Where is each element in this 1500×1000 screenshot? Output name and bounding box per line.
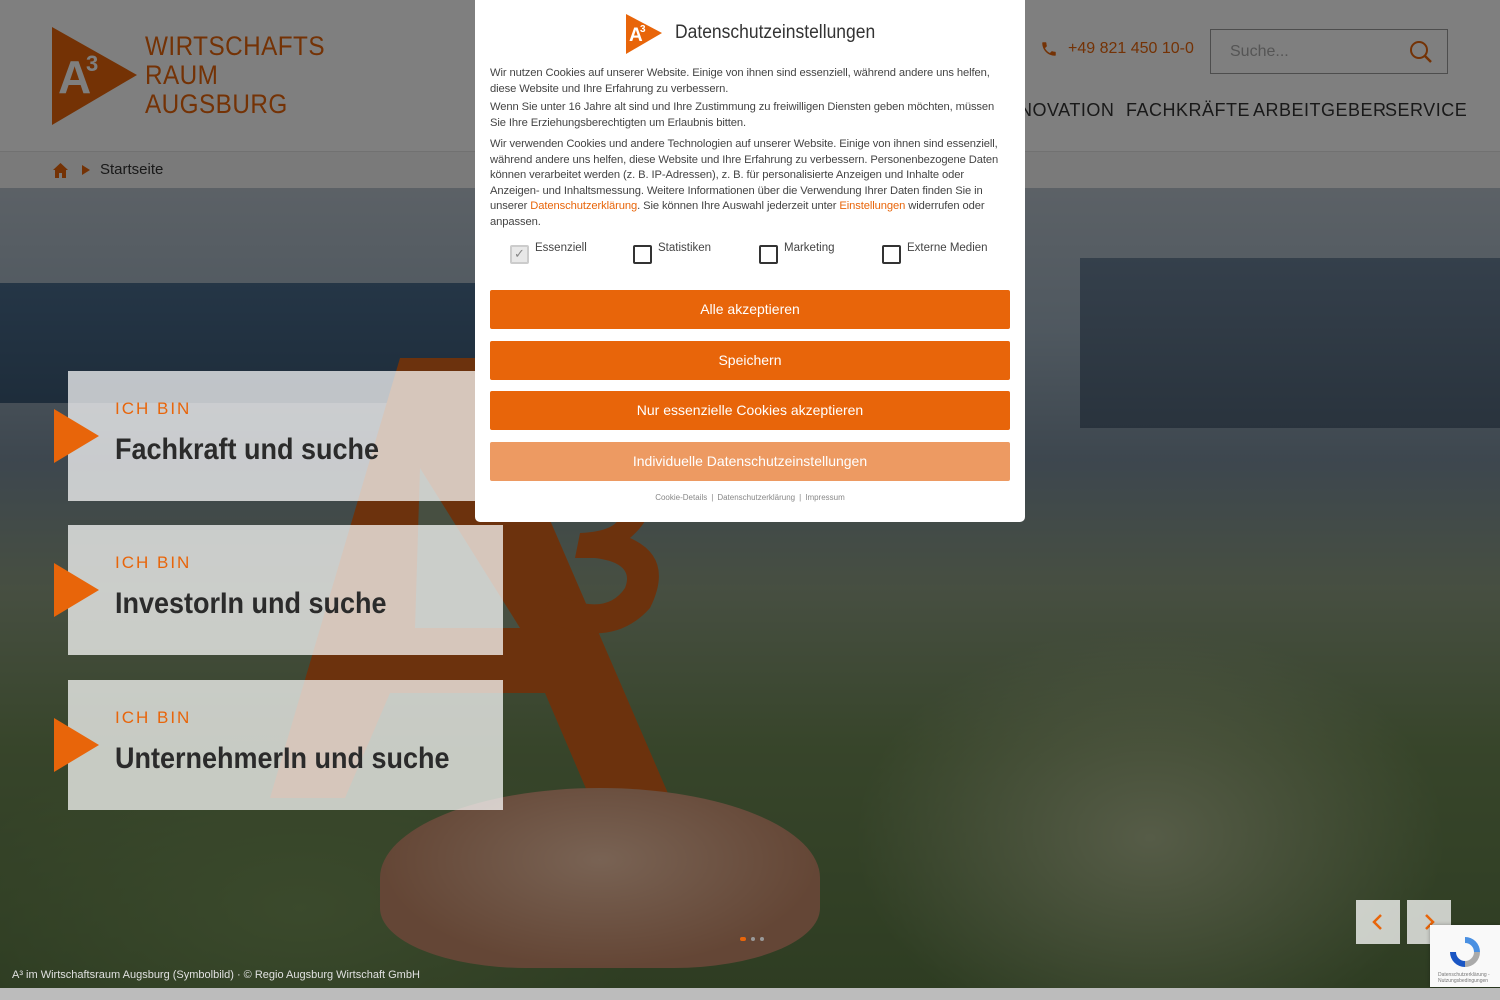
card-kicker: ICH BIN xyxy=(115,553,192,572)
consent-details: Wir verwenden Cookies und andere Technol… xyxy=(490,137,1010,231)
card-title: Fachkraft und suche xyxy=(115,433,380,466)
play-arrow-icon xyxy=(54,409,99,463)
a3-logo-icon: A 3 xyxy=(626,14,662,54)
consent-intro: Wir nutzen Cookies auf unserer Website. … xyxy=(490,67,990,95)
consent-details-text: . Sie können Ihre Auswahl jederzeit unte… xyxy=(637,200,840,213)
cookie-consent-dialog: A 3 Datenschutzeinstellungen Wir nutzen … xyxy=(475,0,1025,522)
play-arrow-icon xyxy=(54,718,99,772)
consent-categories: Essenziell Statistiken Marketing Externe… xyxy=(490,242,1010,266)
chevron-left-icon xyxy=(1372,914,1382,930)
slider-dot[interactable] xyxy=(751,937,755,941)
checkbox-label: Externe Medien xyxy=(907,242,988,254)
hero-card-fachkraft[interactable]: ICH BIN Fachkraft und suche xyxy=(54,371,503,501)
play-arrow-icon xyxy=(54,563,99,617)
recaptcha-badge[interactable]: Datenschutzerklärung - Nutzungsbedingung… xyxy=(1430,925,1500,987)
card-title: UnternehmerIn und suche xyxy=(115,742,450,775)
checkbox-label: Statistiken xyxy=(658,242,712,254)
slider-dots xyxy=(740,937,764,941)
accept-essential-button[interactable]: Nur essenzielle Cookies akzeptieren xyxy=(490,391,1010,430)
hero-card-investorin[interactable]: ICH BIN InvestorIn und suche xyxy=(54,525,503,655)
consent-footer-links: Cookie-Details | Datenschutzerklärung | Impr… xyxy=(475,493,1025,502)
slider-dot[interactable] xyxy=(740,937,746,941)
checkbox-box[interactable] xyxy=(510,245,529,264)
checkbox-essenziell[interactable]: Essenziell xyxy=(510,242,587,264)
checkbox-statistiken[interactable]: Statistiken xyxy=(633,242,711,264)
checkbox-box[interactable] xyxy=(882,245,901,264)
imprint-link[interactable]: Impressum xyxy=(805,493,845,502)
card-kicker: ICH BIN xyxy=(115,708,192,727)
settings-link[interactable]: Einstellungen xyxy=(839,200,905,212)
checkbox-externe-medien[interactable]: Externe Medien xyxy=(882,242,988,264)
checkbox-marketing[interactable]: Marketing xyxy=(759,242,835,264)
recaptcha-icon xyxy=(1450,937,1480,967)
individual-settings-button[interactable]: Individuelle Datenschutzeinstellungen xyxy=(490,442,1010,481)
hero-card-unternehmerin[interactable]: ICH BIN UnternehmerIn und suche xyxy=(54,680,503,810)
privacy-policy-link[interactable]: Datenschutzerklärung xyxy=(530,200,637,212)
card-title: InvestorIn und suche xyxy=(115,587,387,620)
consent-age-notice: Wenn Sie unter 16 Jahre alt sind und Ihr… xyxy=(490,101,995,129)
link-separator: | xyxy=(711,493,714,502)
recaptcha-text: Datenschutzerklärung - Nutzungsbedingung… xyxy=(1438,972,1490,984)
accept-all-button[interactable]: Alle akzeptieren xyxy=(490,290,1010,329)
checkbox-label: Essenziell xyxy=(535,242,587,254)
slider-dot[interactable] xyxy=(760,937,764,941)
svg-text:3: 3 xyxy=(640,24,646,35)
cookie-details-link[interactable]: Cookie-Details xyxy=(655,493,707,502)
save-button[interactable]: Speichern xyxy=(490,341,1010,380)
checkbox-box[interactable] xyxy=(759,245,778,264)
card-kicker: ICH BIN xyxy=(115,399,192,418)
page-bottom-bar xyxy=(0,988,1500,1000)
dialog-title: Datenschutzeinstellungen xyxy=(675,22,876,43)
privacy-link[interactable]: Datenschutzerklärung xyxy=(717,493,795,502)
image-caption: A³ im Wirtschaftsraum Augsburg (Symbolbi… xyxy=(12,969,420,981)
slider-prev-button[interactable] xyxy=(1356,900,1400,944)
link-separator: | xyxy=(799,493,802,502)
checkbox-box[interactable] xyxy=(633,245,652,264)
checkbox-label: Marketing xyxy=(784,242,835,254)
